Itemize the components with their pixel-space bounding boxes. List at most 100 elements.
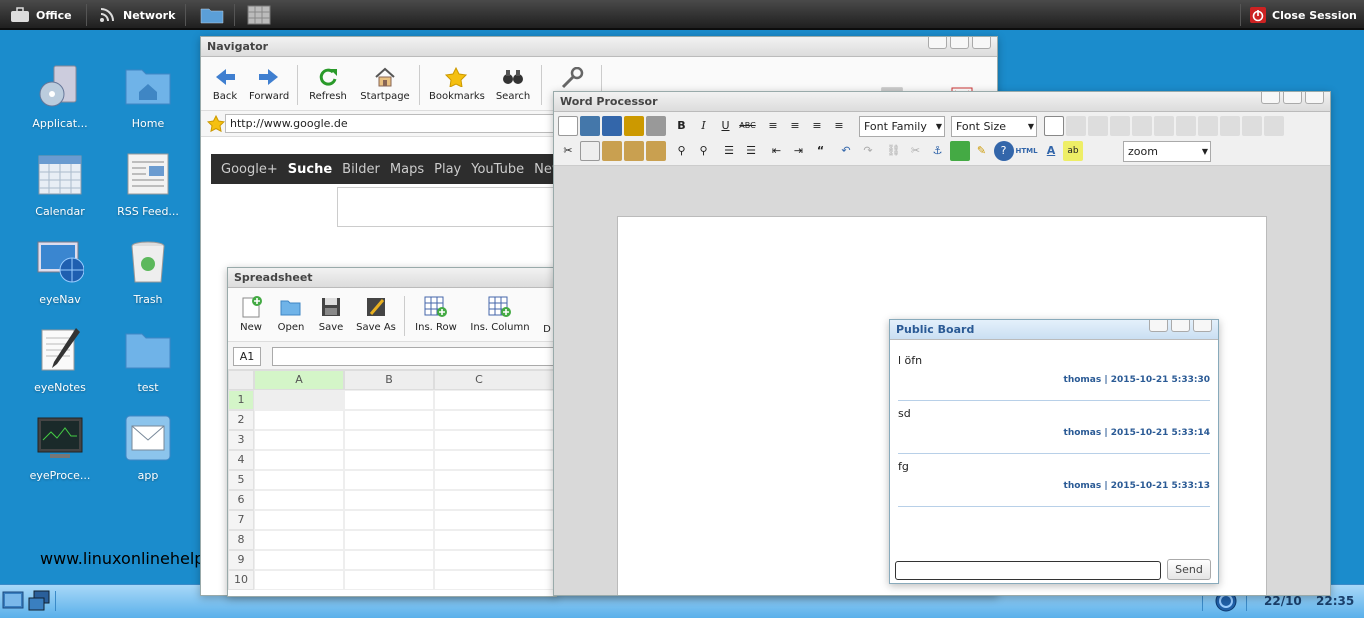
desktop-icon-eyenav[interactable]: eyeNav: [20, 238, 100, 306]
table-cell[interactable]: [434, 430, 554, 450]
delete-button[interactable]: D: [542, 324, 552, 335]
google-nav-link[interactable]: Bilder: [342, 162, 380, 177]
cut-icon[interactable]: ✂: [558, 141, 578, 161]
insert-row-button[interactable]: Ins. Row: [414, 296, 458, 333]
table-cell[interactable]: [434, 410, 554, 430]
google-nav-link[interactable]: Maps: [390, 162, 424, 177]
tools-button[interactable]: [557, 67, 587, 93]
font-size-select[interactable]: Font Size ▼: [951, 116, 1037, 137]
back-button[interactable]: Back: [207, 67, 243, 102]
table-cell[interactable]: [254, 470, 344, 490]
bold-icon[interactable]: B: [672, 116, 692, 136]
table-cell[interactable]: [434, 510, 554, 530]
strikethrough-icon[interactable]: ABC: [738, 116, 758, 136]
desktop-icon-trash[interactable]: Trash: [108, 238, 188, 306]
merge-cells-icon[interactable]: [1264, 116, 1284, 136]
table-cell[interactable]: [254, 430, 344, 450]
minimize-button[interactable]: [1149, 320, 1168, 332]
table-cell[interactable]: [344, 410, 434, 430]
text-color-icon[interactable]: A: [1041, 141, 1061, 161]
table-cell[interactable]: [434, 450, 554, 470]
row-header[interactable]: 7: [228, 510, 254, 530]
zoom-select[interactable]: zoom ▼: [1123, 141, 1211, 162]
google-nav-link[interactable]: Play: [434, 162, 461, 177]
align-center-icon[interactable]: ≡: [785, 116, 805, 136]
table-cell[interactable]: [344, 470, 434, 490]
table-cell[interactable]: [254, 570, 344, 590]
save-button[interactable]: Save: [316, 296, 346, 333]
desktop-icon-applications[interactable]: Applicat...: [20, 62, 100, 130]
google-nav-link[interactable]: YouTube: [471, 162, 524, 177]
table-cell[interactable]: [344, 530, 434, 550]
window-switcher-button[interactable]: [28, 590, 50, 615]
search-button[interactable]: Search: [493, 67, 533, 102]
row-header[interactable]: 10: [228, 570, 254, 590]
indent-icon[interactable]: ⇥: [789, 141, 809, 161]
save-as-button[interactable]: Save As: [354, 296, 398, 333]
bookmark-star-icon[interactable]: [207, 115, 225, 133]
desktop-icon-home[interactable]: Home: [108, 62, 188, 130]
bullet-list-icon[interactable]: ☰: [719, 141, 739, 161]
desktop-icon-test[interactable]: test: [108, 326, 188, 394]
cleanup-icon[interactable]: ✎: [972, 141, 992, 161]
refresh-button[interactable]: Refresh: [307, 67, 349, 102]
close-button[interactable]: [1305, 92, 1324, 104]
paste-word-icon[interactable]: [646, 141, 666, 161]
image-icon[interactable]: [949, 141, 970, 161]
desktop-icon-calendar[interactable]: Calendar: [20, 150, 100, 218]
find-icon[interactable]: ⚲: [672, 141, 692, 161]
underline-icon[interactable]: U: [716, 116, 736, 136]
delete-column-icon[interactable]: [1220, 116, 1240, 136]
spreadsheet-titlebar[interactable]: Spreadsheet: [228, 268, 556, 288]
row-before-icon[interactable]: [1110, 116, 1130, 136]
office-menu[interactable]: Office: [10, 0, 72, 30]
show-desktop-button[interactable]: [2, 590, 24, 615]
table-cell[interactable]: [344, 570, 434, 590]
table-cell[interactable]: [344, 490, 434, 510]
startpage-button[interactable]: Startpage: [359, 67, 411, 102]
word-processor-titlebar[interactable]: Word Processor: [554, 92, 1330, 112]
italic-icon[interactable]: I: [694, 116, 714, 136]
table-cell[interactable]: [254, 550, 344, 570]
table-cell[interactable]: [344, 450, 434, 470]
column-before-icon[interactable]: [1176, 116, 1196, 136]
files-quicklaunch[interactable]: [200, 0, 224, 30]
calendar-quicklaunch[interactable]: [247, 0, 271, 30]
align-right-icon[interactable]: ≡: [807, 116, 827, 136]
table-cell[interactable]: [434, 530, 554, 550]
numbered-list-icon[interactable]: ☰: [741, 141, 761, 161]
table-cell[interactable]: [434, 570, 554, 590]
close-button[interactable]: [972, 37, 991, 49]
outdent-icon[interactable]: ⇤: [767, 141, 787, 161]
desktop-icon-eyenotes[interactable]: eyeNotes: [20, 326, 100, 394]
minimize-button[interactable]: [928, 37, 947, 49]
row-header[interactable]: 8: [228, 530, 254, 550]
table-cell[interactable]: [254, 510, 344, 530]
print-icon[interactable]: [646, 116, 666, 136]
maximize-button[interactable]: [1171, 320, 1190, 332]
table-cell[interactable]: [434, 470, 554, 490]
minimize-button[interactable]: [1261, 92, 1280, 104]
table-icon[interactable]: [1066, 116, 1086, 136]
open-button[interactable]: Open: [276, 296, 306, 333]
anchor-icon[interactable]: ⚓: [928, 141, 948, 161]
table-cell[interactable]: [344, 430, 434, 450]
delete-row-icon[interactable]: [1154, 116, 1174, 136]
blockquote-icon[interactable]: “: [811, 141, 831, 161]
table-cell[interactable]: [344, 510, 434, 530]
paste-text-icon[interactable]: [624, 141, 644, 161]
column-header[interactable]: B: [344, 370, 434, 390]
html-icon[interactable]: HTML: [1016, 141, 1038, 161]
navigator-titlebar[interactable]: Navigator: [201, 37, 997, 57]
save-icon[interactable]: [580, 116, 600, 136]
save-disk-icon[interactable]: [602, 116, 622, 136]
help-icon[interactable]: ?: [993, 141, 1014, 161]
google-nav-link[interactable]: Google+: [221, 162, 278, 177]
unlink-icon[interactable]: ✂: [906, 141, 926, 161]
font-family-select[interactable]: Font Family ▼: [859, 116, 945, 137]
table-cell[interactable]: [344, 550, 434, 570]
forward-button[interactable]: Forward: [249, 67, 289, 102]
desktop-icon-rss[interactable]: RSS Feed...: [108, 150, 188, 218]
undo-icon[interactable]: ↶: [836, 141, 856, 161]
row-header[interactable]: 1: [228, 390, 254, 410]
